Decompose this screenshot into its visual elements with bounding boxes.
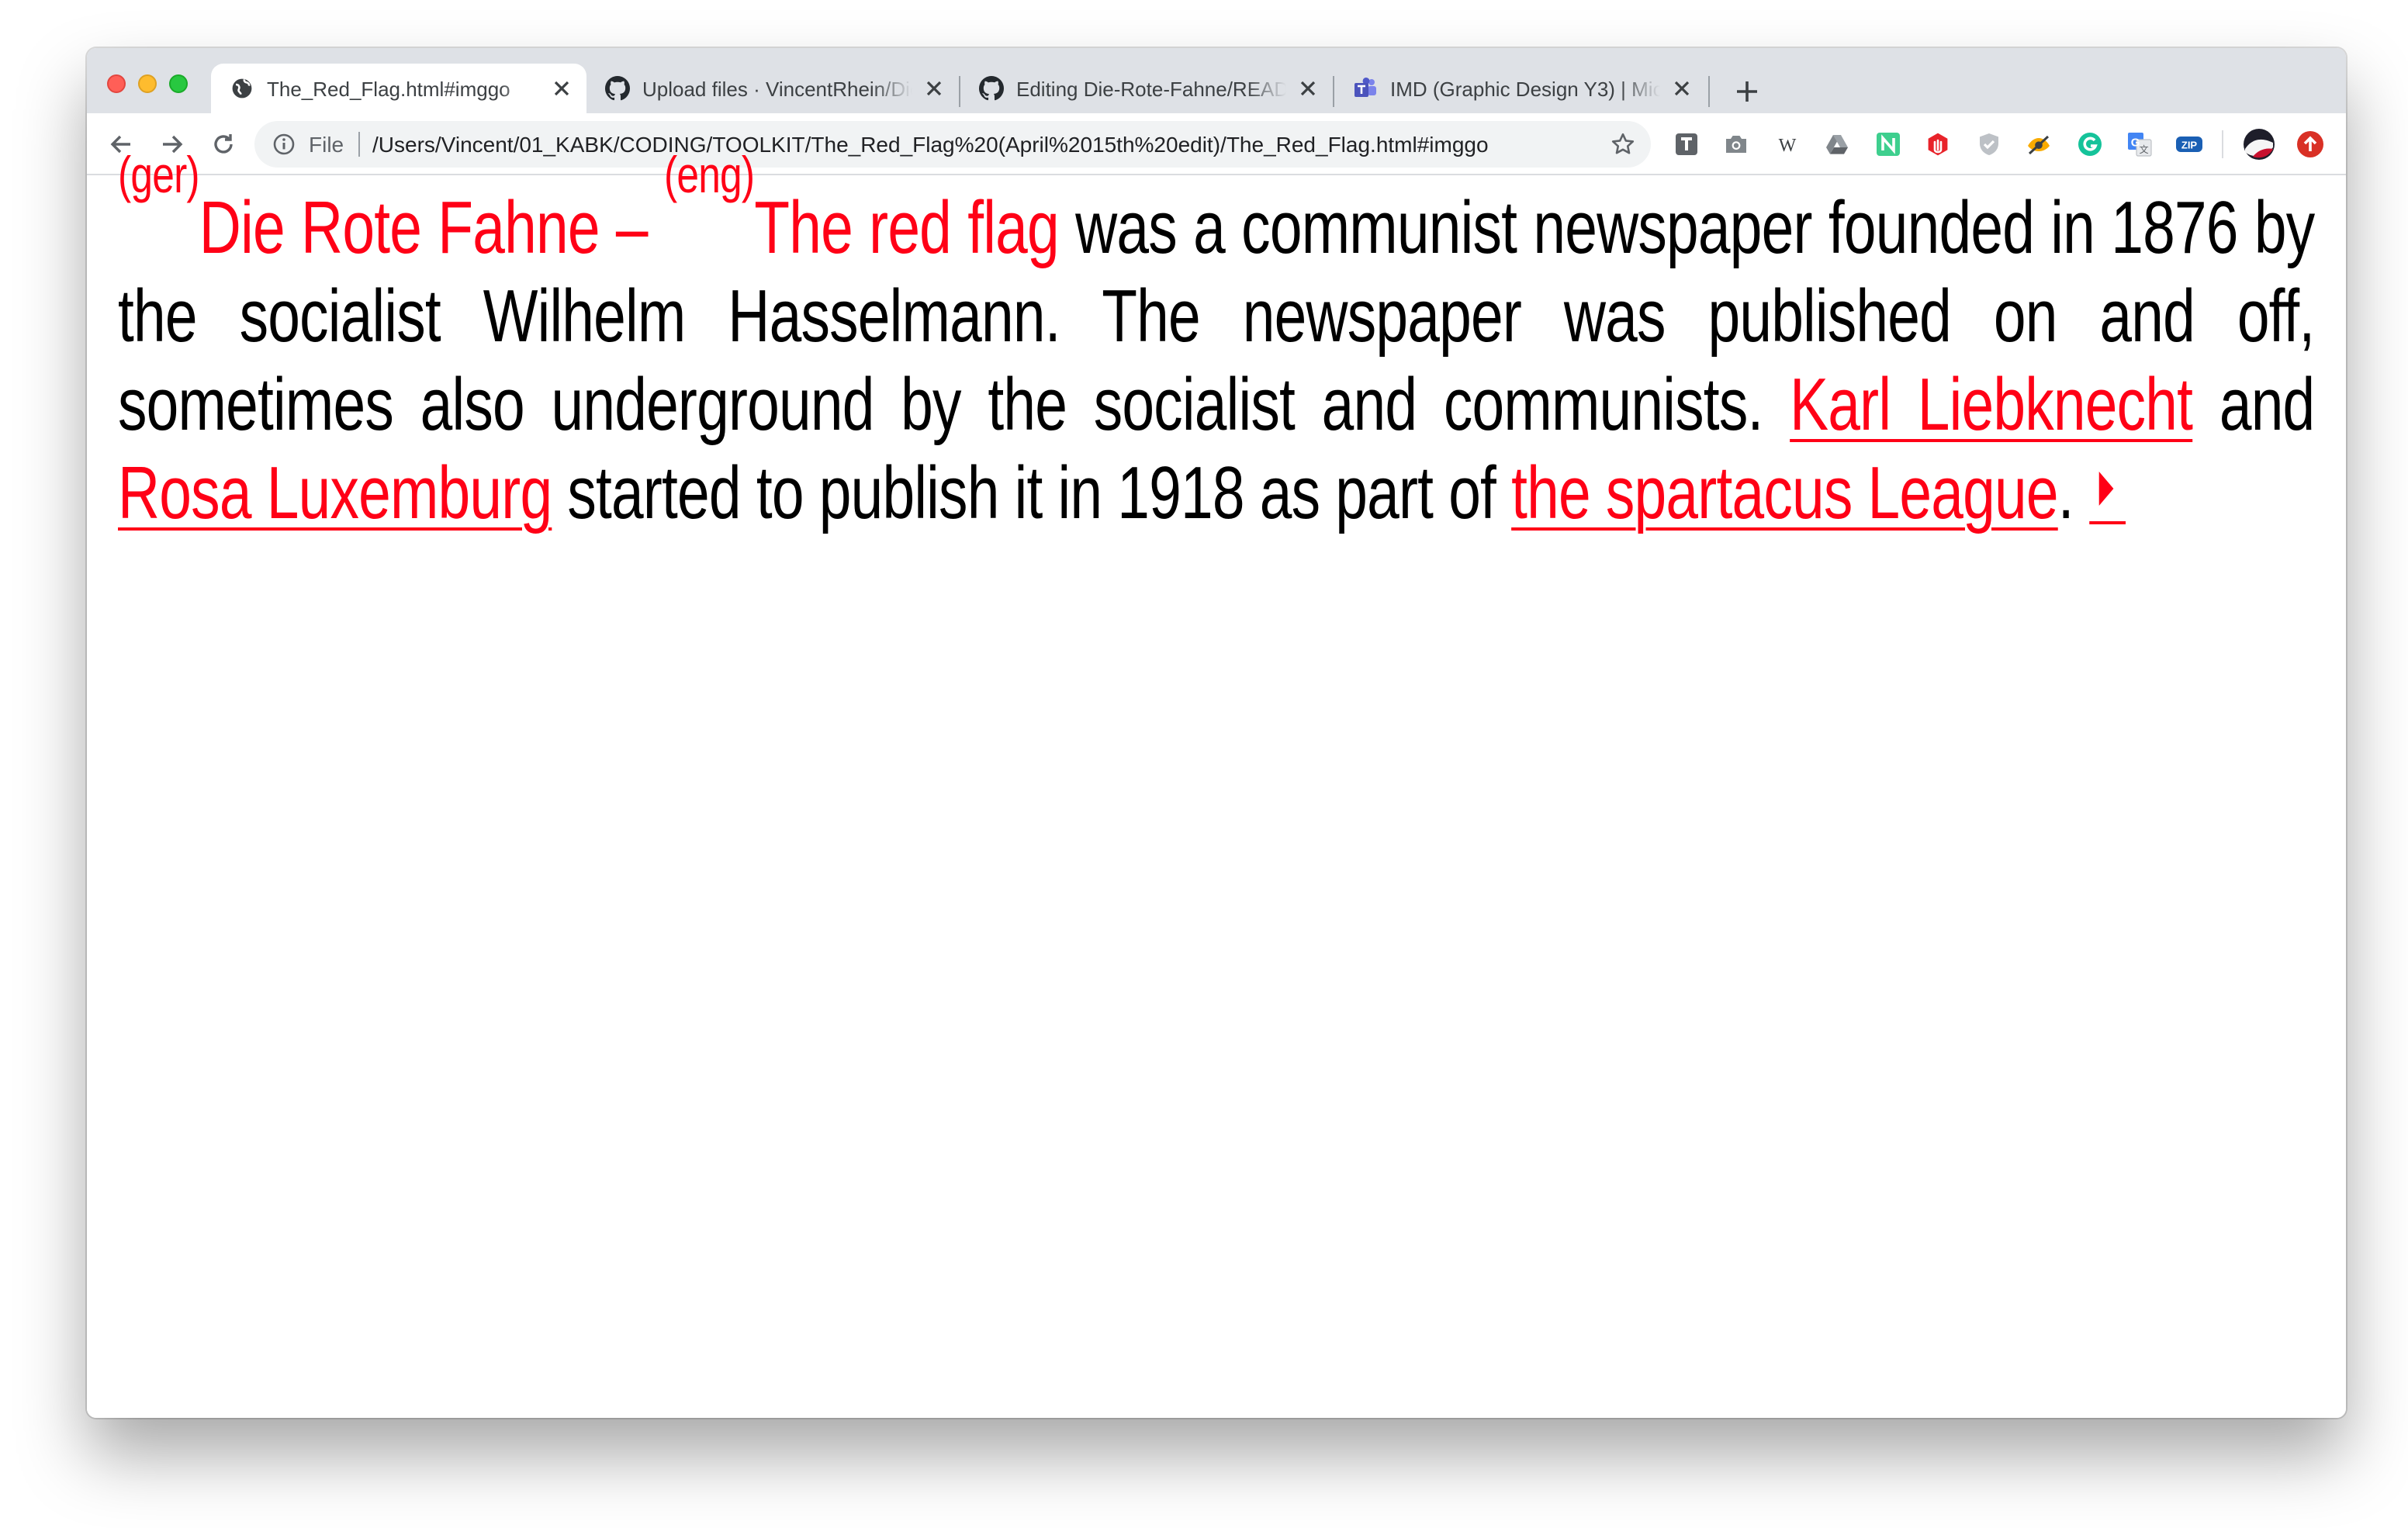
page-content: (ger)Die Rote Fahne – (eng)The red flag … [87,149,2346,1418]
toolbar-divider [2222,130,2223,158]
tab-editing-readme[interactable]: Editing Die-Rote-Fahne/README.md [960,64,1333,113]
close-icon[interactable] [922,76,946,101]
eye-icon[interactable] [2023,129,2054,160]
t-extension-icon[interactable] [1671,129,1702,160]
tab-title: Editing Die-Rote-Fahne/README.md [1016,77,1286,100]
url-text[interactable]: /Users/Vincent/01_KABK/CODING/TOOLKIT/Th… [372,132,1489,157]
github-icon [605,76,630,101]
language-tag-ger: (ger) [118,146,200,203]
tab-strip: The_Red_Flag.html#imggo Upload files · V… [87,48,2346,113]
tab-title: IMD (Graphic Design Y3) | Microsoft Team… [1390,77,1660,100]
github-icon [979,76,1004,101]
update-icon[interactable] [2295,129,2326,160]
link-rosa-luxemburg[interactable]: Rosa Luxemburg [118,453,552,535]
link-spartacus-league[interactable]: the spartacus League [1511,453,2058,535]
title-german: Die Rote Fahne – [199,188,664,270]
avatar[interactable] [2244,129,2275,160]
url-scheme-label: File [309,132,344,157]
address-bar[interactable]: File /Users/Vincent/01_KABK/CODING/TOOLK… [254,121,1651,168]
bookmark-star-icon[interactable] [1609,130,1637,158]
drive-icon[interactable] [1822,129,1853,160]
camera-icon[interactable] [1721,129,1752,160]
reload-icon [214,134,233,154]
close-icon[interactable] [549,76,574,101]
url-divider [358,132,360,157]
shield-icon[interactable] [1974,129,2005,160]
browser-window: The_Red_Flag.html#imggo Upload files · V… [87,48,2346,1418]
body-text: . [2057,453,2089,535]
svg-text:文: 文 [2140,143,2149,155]
window-maximize-button[interactable] [169,74,188,93]
svg-text:ZIP: ZIP [2181,140,2198,151]
window-close-button[interactable] [107,74,126,93]
svg-text:W: W [1779,136,1797,156]
tab-upload-files[interactable]: Upload files · VincentRhein/Die-Rote-Fah… [586,64,959,113]
close-icon[interactable] [1296,76,1320,101]
body-text: and [2192,365,2315,447]
globe-icon [230,76,254,101]
tab-the-red-flag[interactable]: The_Red_Flag.html#imggo [211,64,586,113]
tab-microsoft-teams[interactable]: IMD (Graphic Design Y3) | Microsoft Team… [1334,64,1707,113]
link-karl-liebknecht[interactable]: Karl Liebknecht [1790,365,2193,447]
tab-title: Upload files · VincentRhein/Die-Rote-Fah… [642,77,912,100]
wikipedia-icon[interactable]: W [1772,129,1803,160]
teams-icon [1353,76,1378,101]
window-minimize-button[interactable] [138,74,157,93]
expand-arrow-button[interactable] [2088,453,2126,524]
tab-separator [1708,76,1710,107]
red-hand-icon[interactable] [1922,129,1953,160]
translate-icon[interactable]: G文 [2124,129,2155,160]
triangle-right-icon [2098,472,2113,506]
plus-icon [1737,81,1757,102]
body-text: started to publish it in 1918 as part of [552,453,1512,535]
article-paragraph: (ger)Die Rote Fahne – (eng)The red flag … [118,149,2315,538]
close-icon[interactable] [1669,76,1694,101]
grammarly-icon[interactable] [2074,129,2105,160]
tab-title: The_Red_Flag.html#imggo [267,77,510,100]
zip-icon[interactable]: ZIP [2174,129,2205,160]
new-tab-button[interactable] [1728,73,1766,110]
info-icon[interactable] [273,133,295,155]
notion-n-icon[interactable] [1873,129,1904,160]
browser-toolbar: File /Users/Vincent/01_KABK/CODING/TOOLK… [87,113,2346,175]
title-english: The red flag [754,188,1059,270]
reload-button[interactable] [205,126,242,163]
language-tag-eng: (eng) [663,146,755,203]
